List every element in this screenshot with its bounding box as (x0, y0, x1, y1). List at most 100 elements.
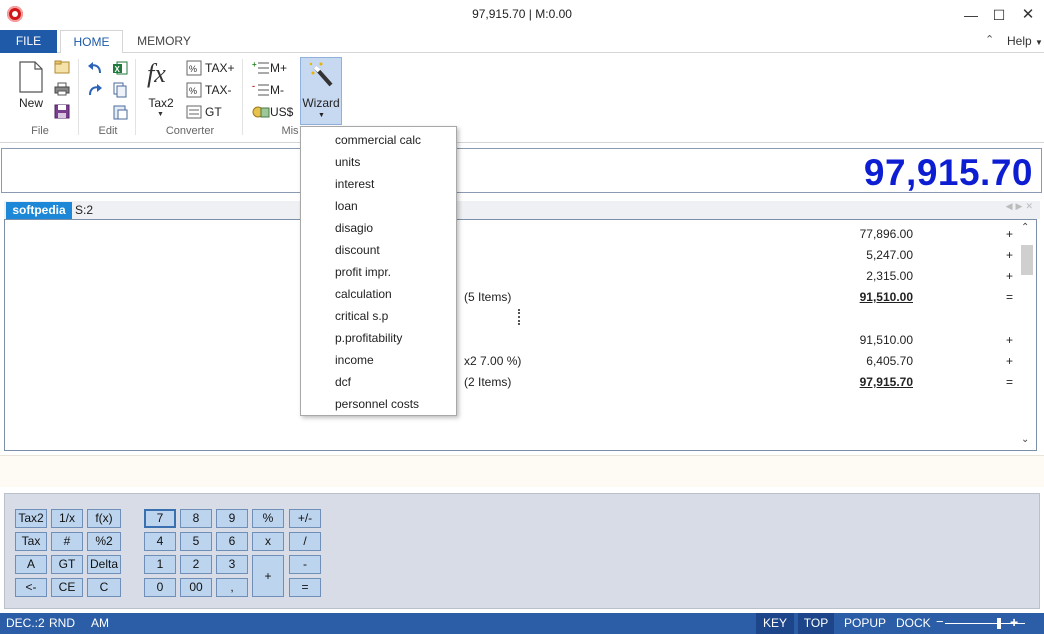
menu-item-profit-impr[interactable]: profit impr. (335, 265, 391, 279)
key-a[interactable]: A (15, 555, 47, 574)
key-2[interactable]: %2 (87, 532, 121, 551)
sheet-tab-softpedia[interactable]: softpedia (6, 202, 72, 219)
key-sign[interactable]: +/- (289, 509, 321, 528)
status-key[interactable]: KEY (756, 613, 794, 634)
key-multiply[interactable]: x (252, 532, 284, 551)
gt-button[interactable]: GT (205, 105, 222, 119)
menu-item-disagio[interactable]: disagio (335, 221, 373, 235)
tax2-button-label[interactable]: Tax2 (145, 96, 177, 110)
table-row[interactable]: (5 Items) 91,510.00 = (5, 287, 1017, 307)
key-c[interactable]: C (87, 578, 121, 597)
key-1[interactable]: 1 (144, 555, 176, 574)
menu-item-critical-s-p[interactable]: critical s.p (335, 309, 388, 323)
key-delta[interactable]: Delta (87, 555, 121, 574)
close-icon[interactable]: ✕ (1015, 4, 1041, 26)
table-row[interactable]: x2 7.00 %) 6,405.70 + (5, 351, 1017, 371)
key-7[interactable]: 7 (144, 509, 176, 528)
key-ce[interactable]: CE (51, 578, 83, 597)
m-plus-button[interactable]: M+ (270, 61, 287, 75)
status-am[interactable]: AM (91, 616, 109, 630)
key-gt[interactable]: GT (51, 555, 83, 574)
open-folder-icon[interactable] (54, 60, 70, 74)
key-tax[interactable]: Tax (15, 532, 47, 551)
menu-item-income[interactable]: income (335, 353, 374, 367)
key-6[interactable]: 6 (216, 532, 248, 551)
key-4[interactable]: 4 (144, 532, 176, 551)
excel-export-icon[interactable]: X (112, 60, 128, 76)
scroll-thumb[interactable] (1021, 245, 1033, 275)
caret-down-icon[interactable]: ▼ (157, 111, 164, 118)
key-[interactable]: <- (15, 578, 47, 597)
key-divide[interactable]: / (289, 532, 321, 551)
tab-file[interactable]: FILE (0, 30, 57, 53)
table-row[interactable] (5, 308, 1017, 328)
scroll-down-icon[interactable]: ⌄ (1021, 434, 1029, 445)
menu-item-personnel-costs[interactable]: personnel costs (335, 397, 419, 411)
key-tax2[interactable]: Tax2 (15, 509, 47, 528)
wizard-button[interactable]: Wizard ▼ (300, 57, 342, 125)
m-minus-button[interactable]: M- (270, 83, 284, 97)
status-decimals[interactable]: DEC.:2 (6, 616, 45, 630)
status-dock[interactable]: DOCK (896, 616, 931, 630)
key-00[interactable]: 00 (180, 578, 212, 597)
menu-item-dcf[interactable]: dcf (335, 375, 351, 389)
usd-button[interactable]: US$ (270, 105, 293, 119)
menu-item-loan[interactable]: loan (335, 199, 358, 213)
key-comma[interactable]: , (216, 578, 248, 597)
tax-minus-button[interactable]: TAX- (205, 83, 231, 97)
input-line[interactable] (0, 455, 1044, 487)
key-fx[interactable]: f(x) (87, 509, 121, 528)
menu-item-p-profitability[interactable]: p.profitability (335, 331, 402, 345)
chevron-up-icon[interactable]: ⌃ (985, 33, 994, 46)
key-2[interactable]: 2 (180, 555, 212, 574)
table-row[interactable]: 91,510.00 + (5, 330, 1017, 350)
menu-item-discount[interactable]: discount (335, 243, 380, 257)
tax-plus-button[interactable]: TAX+ (205, 61, 234, 75)
menu-item-calculation[interactable]: calculation (335, 287, 392, 301)
key-8[interactable]: 8 (180, 509, 212, 528)
key-0[interactable]: 0 (144, 578, 176, 597)
maximize-icon[interactable]: ☐ (986, 4, 1012, 26)
function-icon[interactable]: fx (147, 59, 166, 89)
menu-item-interest[interactable]: interest (335, 177, 374, 191)
key-percent[interactable]: % (252, 509, 284, 528)
menu-item-commercial-calc[interactable]: commercial calc (335, 133, 421, 147)
scroll-up-icon[interactable]: ⌃ (1021, 222, 1029, 233)
status-top[interactable]: TOP (798, 613, 834, 634)
redo-icon[interactable] (86, 82, 104, 98)
table-row[interactable]: (2 Items) 97,915.70 = (5, 372, 1017, 392)
key-3[interactable]: 3 (216, 555, 248, 574)
zoom-in-icon[interactable]: + (1010, 614, 1018, 630)
zoom-slider-handle[interactable] (997, 618, 1001, 629)
key-[interactable]: # (51, 532, 83, 551)
key-1x[interactable]: 1/x (51, 509, 83, 528)
vertical-scrollbar[interactable]: ⌃ ⌄ (1019, 222, 1035, 448)
key-5[interactable]: 5 (180, 532, 212, 551)
new-button-label[interactable]: New (14, 96, 48, 110)
tape-list[interactable]: 77,896.00 +5,247.00 +2,315.00 + (5 Items) 91,… (4, 219, 1037, 451)
table-row[interactable]: 77,896.00 + (5, 224, 1017, 244)
key-9[interactable]: 9 (216, 509, 248, 528)
paste-icon[interactable] (112, 104, 128, 120)
tab-memory[interactable]: MEMORY (130, 30, 198, 53)
table-row[interactable]: 5,247.00 + (5, 245, 1017, 265)
help-menu[interactable]: Help ▼ (1007, 34, 1043, 48)
sheet-tab-s2[interactable]: S:2 (75, 202, 93, 219)
new-document-icon[interactable] (18, 61, 44, 93)
sheet-nav-arrows-icon[interactable]: ◀▶✕ (1006, 201, 1036, 212)
key-plus[interactable]: + (252, 555, 284, 597)
save-icon[interactable] (54, 104, 70, 119)
menu-item-units[interactable]: units (335, 155, 360, 169)
wizard-label: Wizard (302, 96, 340, 110)
copy-icon[interactable] (112, 82, 128, 98)
zoom-out-icon[interactable]: − (936, 614, 944, 629)
key-equals[interactable]: = (289, 578, 321, 597)
status-popup[interactable]: POPUP (844, 616, 886, 630)
print-icon[interactable] (54, 82, 70, 96)
key-minus[interactable]: - (289, 555, 321, 574)
undo-icon[interactable] (86, 60, 104, 76)
table-row[interactable]: 2,315.00 + (5, 266, 1017, 286)
minimize-icon[interactable]: — (958, 4, 984, 26)
status-rounding[interactable]: RND (49, 616, 75, 630)
tab-home[interactable]: HOME (60, 30, 123, 54)
